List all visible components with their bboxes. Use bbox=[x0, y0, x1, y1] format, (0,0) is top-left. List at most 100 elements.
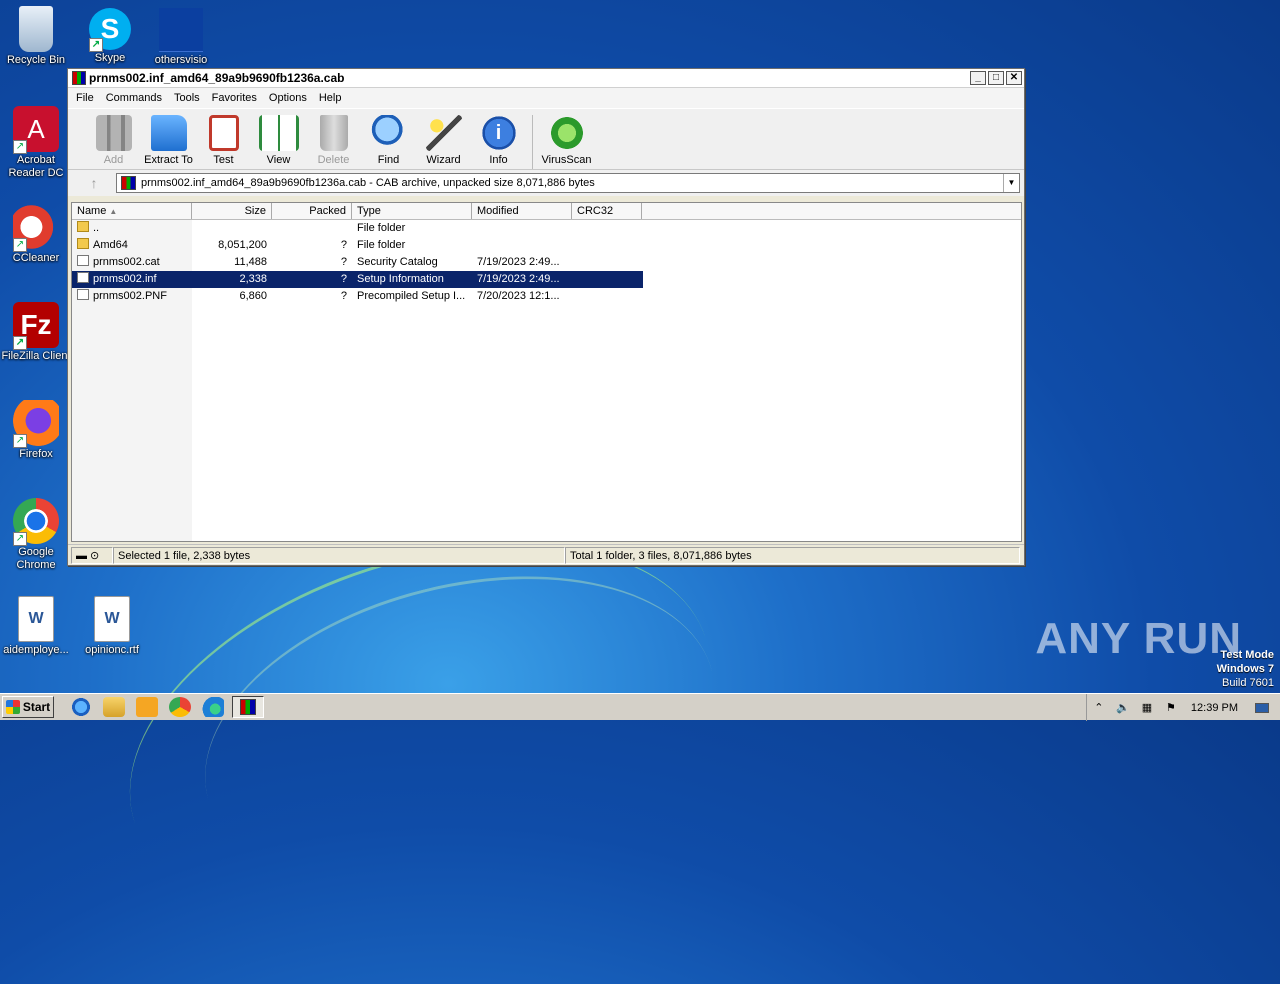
menu-commands[interactable]: Commands bbox=[100, 92, 168, 104]
explorer-folder-icon[interactable] bbox=[103, 697, 125, 717]
start-label: Start bbox=[22, 700, 51, 714]
column-header-packed[interactable]: Packed bbox=[272, 203, 352, 219]
anyrun-watermark: ANY RUN bbox=[1035, 614, 1242, 663]
table-row[interactable]: Amd64 8,051,200 ? File folder bbox=[72, 237, 1021, 254]
test-mode-notice: Test Mode Windows 7 Build 7601 bbox=[1217, 648, 1274, 690]
column-header-crc32[interactable]: CRC32 bbox=[572, 203, 642, 219]
start-button[interactable]: Start bbox=[2, 696, 54, 718]
chrome-taskbar-icon[interactable] bbox=[169, 697, 191, 717]
status-selection: Selected 1 file, 2,338 bytes bbox=[113, 546, 565, 564]
folder-icon bbox=[159, 8, 203, 52]
folder-icon bbox=[77, 221, 89, 232]
title-bar[interactable]: prnms002.inf_amd64_89a9b9690fb1236a.cab … bbox=[68, 69, 1024, 88]
acrobat-icon: A ↗ bbox=[13, 106, 59, 154]
shortcut-arrow-icon: ↗ bbox=[13, 532, 27, 546]
desktop-icon-chrome[interactable]: ↗ Google Chrome bbox=[0, 498, 74, 572]
file-icon bbox=[77, 289, 89, 300]
desktop-icon-recycle-bin[interactable]: Recycle Bin bbox=[0, 6, 74, 67]
window-title: prnms002.inf_amd64_89a9b9690fb1236a.cab bbox=[89, 71, 345, 85]
view-button[interactable]: View bbox=[251, 115, 306, 166]
table-row[interactable]: prnms002.cat 11,488 ? Security Catalog 7… bbox=[72, 254, 1021, 271]
menu-tools[interactable]: Tools bbox=[168, 92, 206, 104]
shortcut-arrow-icon: ↗ bbox=[13, 140, 27, 154]
menu-options[interactable]: Options bbox=[263, 92, 313, 104]
info-button[interactable]: i Info bbox=[471, 115, 526, 166]
info-label: Info bbox=[489, 154, 508, 166]
virusscan-button[interactable]: VirusScan bbox=[539, 115, 594, 166]
menu-favorites[interactable]: Favorites bbox=[206, 92, 263, 104]
file-list[interactable]: Name ▲ Size Packed Type Modified CRC32 .… bbox=[71, 202, 1022, 542]
show-desktop-icon[interactable] bbox=[1255, 702, 1269, 713]
column-header-type[interactable]: Type bbox=[352, 203, 472, 219]
desktop-icon-label: Acrobat Reader DC bbox=[8, 154, 64, 179]
clock[interactable]: 12:39 PM bbox=[1191, 702, 1238, 714]
column-header-size[interactable]: Size bbox=[192, 203, 272, 219]
virus-scan-icon bbox=[548, 115, 585, 151]
desktop-icon-label: FileZilla Client bbox=[1, 350, 71, 362]
cab-archive-icon bbox=[121, 176, 136, 190]
up-arrow-icon[interactable]: ↑ bbox=[72, 175, 116, 191]
delete-button[interactable]: Delete bbox=[306, 115, 361, 166]
network-icon[interactable]: ▦ bbox=[1140, 701, 1154, 715]
desktop-icon-label: Recycle Bin bbox=[6, 54, 66, 66]
add-button[interactable]: Add bbox=[86, 115, 141, 166]
desktop-icon-othersvisio[interactable]: othersvisio bbox=[143, 8, 219, 67]
internet-explorer-icon[interactable] bbox=[70, 697, 92, 717]
minimize-button[interactable]: _ bbox=[970, 71, 986, 85]
address-text: prnms002.inf_amd64_89a9b9690fb1236a.cab … bbox=[141, 177, 595, 189]
find-button[interactable]: Find bbox=[361, 115, 416, 166]
table-row[interactable]: prnms002.PNF 6,860 ? Precompiled Setup I… bbox=[72, 288, 1021, 305]
media-player-icon[interactable] bbox=[136, 697, 158, 717]
ccleaner-icon: ↗ bbox=[13, 204, 59, 252]
status-bar: ▬ ⊙ Selected 1 file, 2,338 bytes Total 1… bbox=[68, 544, 1024, 565]
close-button[interactable]: ✕ bbox=[1006, 71, 1022, 85]
desktop-icon-acrobat[interactable]: A ↗ Acrobat Reader DC bbox=[0, 106, 74, 180]
volume-icon[interactable]: 🔈 bbox=[1116, 701, 1130, 715]
virusscan-label: VirusScan bbox=[541, 154, 592, 166]
shortcut-arrow-icon: ↗ bbox=[13, 238, 27, 252]
desktop-icon-ccleaner[interactable]: ↗ CCleaner bbox=[0, 204, 74, 265]
folder-icon bbox=[77, 238, 89, 249]
view-label: View bbox=[266, 154, 291, 166]
address-field[interactable]: prnms002.inf_amd64_89a9b9690fb1236a.cab … bbox=[116, 173, 1020, 193]
filezilla-icon: Fz ↗ bbox=[13, 302, 59, 350]
add-archive-icon bbox=[95, 115, 132, 151]
magnifier-icon bbox=[370, 115, 407, 151]
test-label: Test bbox=[213, 154, 234, 166]
test-button[interactable]: Test bbox=[196, 115, 251, 166]
desktop-icon-skype[interactable]: S ↗ Skype bbox=[72, 8, 148, 65]
shortcut-arrow-icon: ↗ bbox=[89, 38, 103, 52]
status-total: Total 1 folder, 3 files, 8,071,886 bytes bbox=[565, 546, 1020, 564]
wizard-button[interactable]: Wizard bbox=[416, 115, 471, 166]
shortcut-arrow-icon: ↗ bbox=[13, 434, 27, 448]
desktop-icon-label: Firefox bbox=[19, 448, 53, 460]
desktop-icon-aidemploye[interactable]: W aidemploye... bbox=[0, 596, 74, 657]
drive-key-icon[interactable]: ▬ ⊙ bbox=[71, 546, 113, 564]
chevron-down-icon[interactable]: ▼ bbox=[1003, 174, 1019, 192]
extract-to-button[interactable]: Extract To bbox=[141, 115, 196, 166]
edge-icon[interactable] bbox=[202, 697, 224, 717]
recycle-bin-icon bbox=[19, 6, 53, 52]
table-row[interactable]: .. File folder bbox=[72, 220, 1021, 237]
maximize-button[interactable]: □ bbox=[988, 71, 1004, 85]
word-doc-icon: W bbox=[94, 596, 130, 642]
extract-to-label: Extract To bbox=[144, 154, 193, 166]
winrar-taskbar-button[interactable] bbox=[232, 696, 264, 718]
action-center-flag-icon[interactable]: ⚑ bbox=[1164, 701, 1178, 715]
desktop-icon-label: aidemploye... bbox=[3, 644, 69, 656]
desktop-icon-label: othersvisio bbox=[154, 54, 208, 66]
test-clipboard-icon bbox=[208, 115, 239, 151]
delete-label: Delete bbox=[317, 154, 350, 166]
chevron-up-icon[interactable]: ⌃ bbox=[1092, 701, 1106, 715]
menu-help[interactable]: Help bbox=[313, 92, 348, 104]
desktop-icon-opinionc[interactable]: W opinionc.rtf bbox=[74, 596, 150, 657]
column-header-modified[interactable]: Modified bbox=[472, 203, 572, 219]
column-header-name[interactable]: Name ▲ bbox=[72, 203, 192, 219]
table-row-selected[interactable]: prnms002.inf 2,338 ? Setup Information 7… bbox=[72, 271, 643, 288]
winrar-window: prnms002.inf_amd64_89a9b9690fb1236a.cab … bbox=[67, 68, 1025, 566]
desktop-icon-firefox[interactable]: ↗ Firefox bbox=[0, 400, 74, 461]
find-label: Find bbox=[377, 154, 400, 166]
desktop-icon-filezilla[interactable]: Fz ↗ FileZilla Client bbox=[0, 302, 74, 363]
menu-bar: File Commands Tools Favorites Options He… bbox=[68, 88, 1024, 108]
menu-file[interactable]: File bbox=[70, 92, 100, 104]
